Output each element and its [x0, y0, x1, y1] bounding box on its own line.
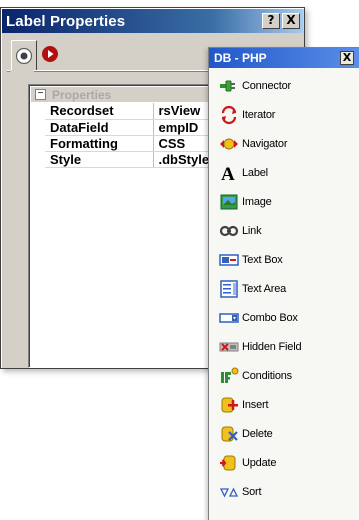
palette-item-iterator[interactable]: Iterator — [219, 103, 275, 127]
text-box-icon — [219, 250, 239, 270]
property-row[interactable]: Recordset rsView — [45, 103, 214, 120]
tab-events[interactable] — [37, 40, 63, 68]
collapse-icon[interactable]: − — [35, 89, 46, 100]
insert-icon — [219, 395, 239, 415]
label-icon: A — [219, 163, 239, 183]
property-row[interactable]: Formatting CSS — [45, 135, 214, 152]
property-row[interactable]: DataField empID — [45, 119, 214, 136]
palette-item-label: Update — [242, 457, 277, 469]
palette-item-combo-box[interactable]: Combo Box — [219, 306, 298, 330]
palette-item-label: Link — [242, 225, 262, 237]
properties-section-title: Properties — [52, 87, 112, 102]
db-php-palette: DB - PHP X Connector Iterator Navigator … — [208, 47, 359, 520]
property-value[interactable]: CSS — [153, 135, 214, 152]
property-value[interactable]: rsView — [153, 103, 214, 120]
window-title: Label Properties — [6, 12, 126, 30]
property-key: Recordset — [45, 103, 154, 120]
property-value[interactable]: empID — [153, 119, 214, 136]
palette-item-label: Text Box — [242, 254, 283, 266]
conditions-icon — [219, 366, 239, 386]
help-button[interactable]: ? — [262, 13, 280, 29]
delete-icon — [219, 424, 239, 444]
svg-text:A: A — [221, 164, 235, 182]
label-properties-titlebar[interactable]: Label Properties ? X — [2, 9, 303, 33]
palette-item-label: Combo Box — [242, 312, 298, 324]
palette-item-navigator[interactable]: Navigator — [219, 132, 287, 156]
palette-item-delete[interactable]: Delete — [219, 422, 273, 446]
text-area-icon — [219, 279, 239, 299]
tab-general[interactable] — [11, 40, 37, 71]
palette-item-update[interactable]: Update — [219, 451, 276, 475]
palette-item-label: Sort — [242, 486, 262, 498]
property-key: Formatting — [45, 135, 154, 152]
palette-item-label: Delete — [242, 428, 273, 440]
palette-item-text-box[interactable]: Text Box — [219, 248, 283, 272]
palette-item-label: Text Area — [242, 283, 287, 295]
palette-titlebar[interactable]: DB - PHP X — [209, 48, 359, 68]
palette-item-insert[interactable]: Insert — [219, 393, 269, 417]
palette-item-label: Iterator — [242, 109, 276, 121]
palette-item-image[interactable]: Image — [219, 190, 272, 214]
image-icon — [219, 192, 239, 212]
iterator-icon — [219, 105, 239, 125]
link-icon — [219, 221, 239, 241]
palette-item-connector[interactable]: Connector — [219, 74, 291, 98]
navigator-icon — [219, 134, 239, 154]
property-value[interactable]: .dbStyle — [153, 151, 214, 168]
radio-disc-icon — [15, 47, 33, 64]
play-circle-icon — [42, 46, 58, 62]
hidden-field-icon — [219, 337, 239, 357]
update-icon — [219, 453, 239, 473]
palette-item-label: Hidden Field — [242, 341, 302, 353]
palette-item-text-area[interactable]: Text Area — [219, 277, 286, 301]
sort-icon — [219, 482, 239, 502]
property-key: Style — [45, 151, 154, 168]
palette-item-label: Connector — [242, 80, 291, 92]
palette-item-label[interactable]: A Label — [219, 161, 268, 185]
combo-box-icon — [219, 308, 239, 328]
palette-item-link[interactable]: Link — [219, 219, 262, 243]
palette-item-label: Insert — [242, 399, 269, 411]
close-button[interactable]: X — [282, 13, 300, 29]
palette-title: DB - PHP — [214, 51, 267, 65]
palette-close-button[interactable]: X — [340, 51, 354, 65]
palette-item-label: Conditions — [242, 370, 292, 382]
palette-item-sort[interactable]: Sort — [219, 480, 262, 504]
palette-item-label: Label — [242, 167, 268, 179]
property-row[interactable]: Style .dbStyle — [45, 151, 214, 168]
palette-item-label: Navigator — [242, 138, 288, 150]
property-key: DataField — [45, 119, 154, 136]
property-table: Recordset rsView DataField empID Formatt… — [45, 103, 214, 168]
palette-item-label: Image — [242, 196, 272, 208]
palette-item-hidden-field[interactable]: Hidden Field — [219, 335, 302, 359]
palette-item-conditions[interactable]: Conditions — [219, 364, 292, 388]
connector-icon — [219, 76, 239, 96]
